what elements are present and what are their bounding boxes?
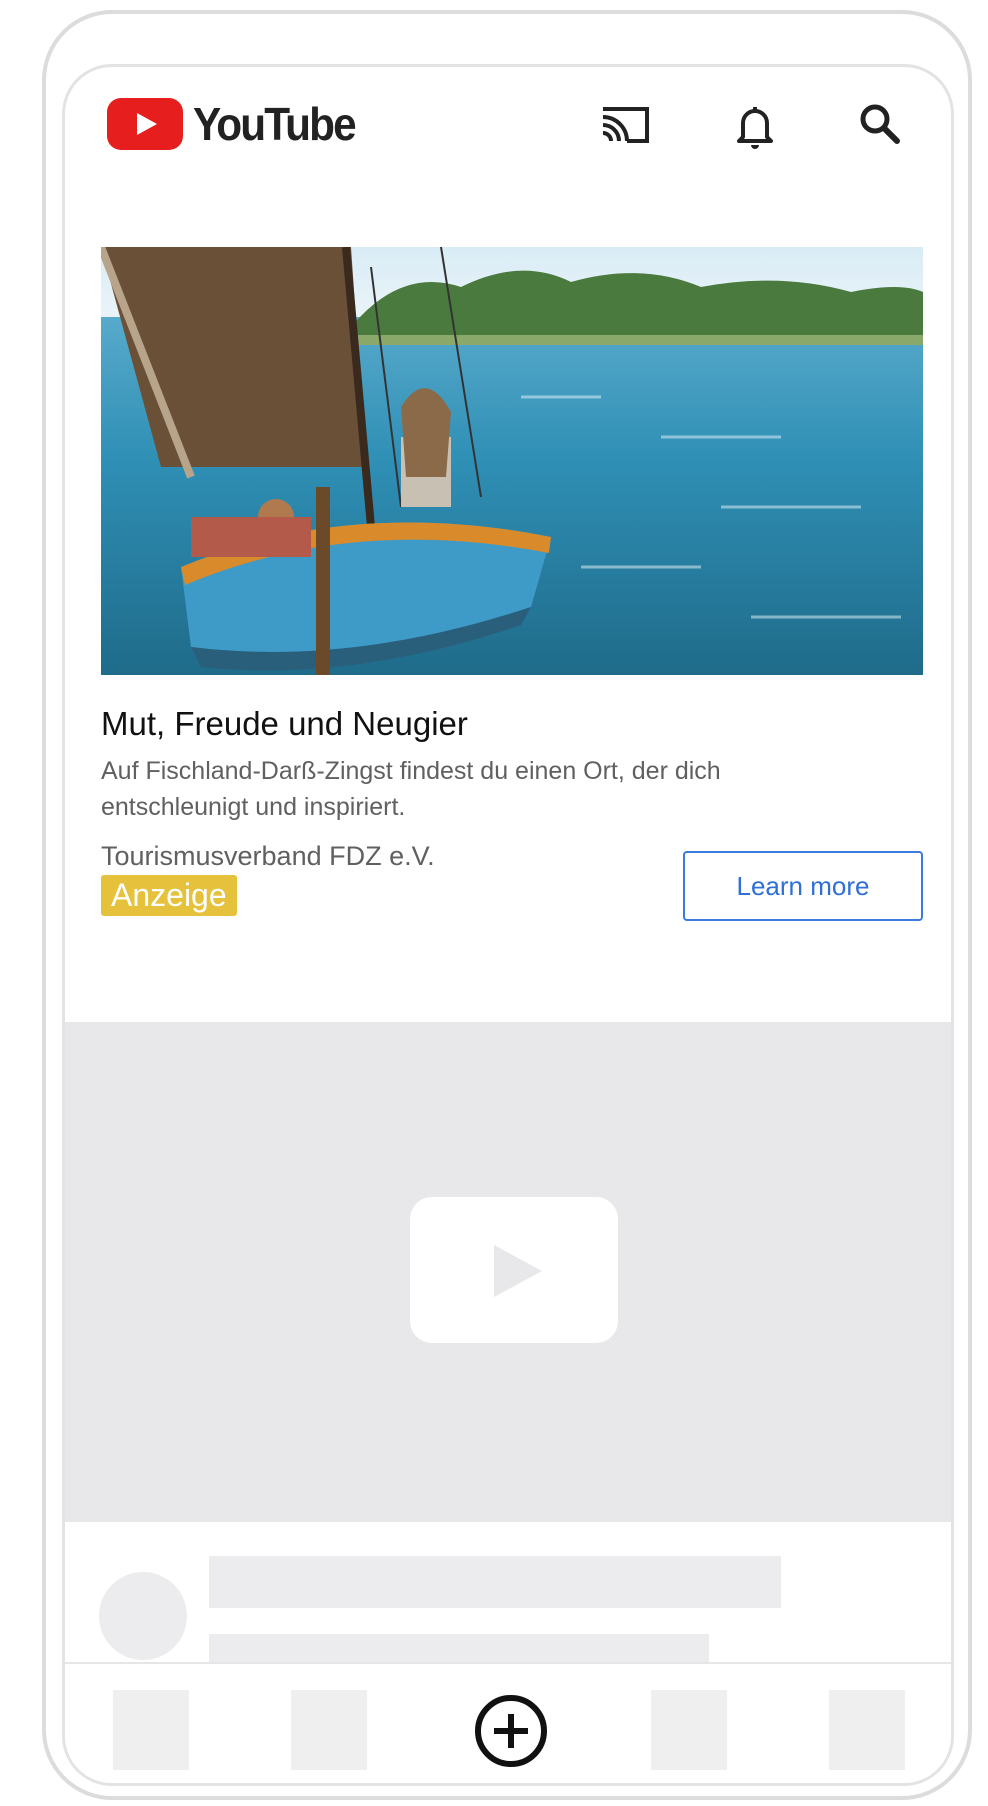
- ad-badge: Anzeige: [101, 875, 237, 916]
- notifications-icon[interactable]: [725, 95, 785, 155]
- nav-item-placeholder[interactable]: [829, 1690, 905, 1770]
- bottom-navigation: [65, 1662, 951, 1783]
- cast-icon[interactable]: [595, 95, 655, 155]
- nav-item-placeholder[interactable]: [291, 1690, 367, 1770]
- nav-item-placeholder[interactable]: [113, 1690, 189, 1770]
- top-app-bar: YouTube: [65, 67, 951, 187]
- ad-description: Auf Fischland-Darß-Zingst findest du ein…: [101, 757, 721, 821]
- title-placeholder-line: [209, 1556, 781, 1608]
- search-icon[interactable]: [851, 95, 911, 155]
- ad-card[interactable]: Mut, Freude und Neugier Auf Fischland-Da…: [101, 247, 923, 931]
- advertiser-name: Tourismusverband FDZ e.V.: [101, 841, 435, 871]
- avatar-placeholder: [99, 1572, 187, 1660]
- ad-thumbnail-image[interactable]: [101, 247, 923, 675]
- phone-screen: YouTube Mut, Freude und Neugier Auf Fisc…: [62, 64, 954, 1786]
- video-placeholder[interactable]: [65, 1022, 951, 1522]
- play-placeholder-icon: [410, 1197, 618, 1343]
- create-plus-icon[interactable]: [472, 1692, 550, 1770]
- video-meta-placeholder: [65, 1522, 951, 1674]
- ad-title[interactable]: Mut, Freude und Neugier: [101, 705, 923, 743]
- nav-item-placeholder[interactable]: [651, 1690, 727, 1770]
- youtube-play-icon: [107, 98, 183, 150]
- learn-more-button[interactable]: Learn more: [683, 851, 923, 921]
- logo-text: YouTube: [193, 98, 357, 150]
- youtube-logo[interactable]: YouTube: [107, 97, 369, 151]
- ad-footer: Tourismusverband FDZ e.V. Anzeige Learn …: [101, 841, 923, 931]
